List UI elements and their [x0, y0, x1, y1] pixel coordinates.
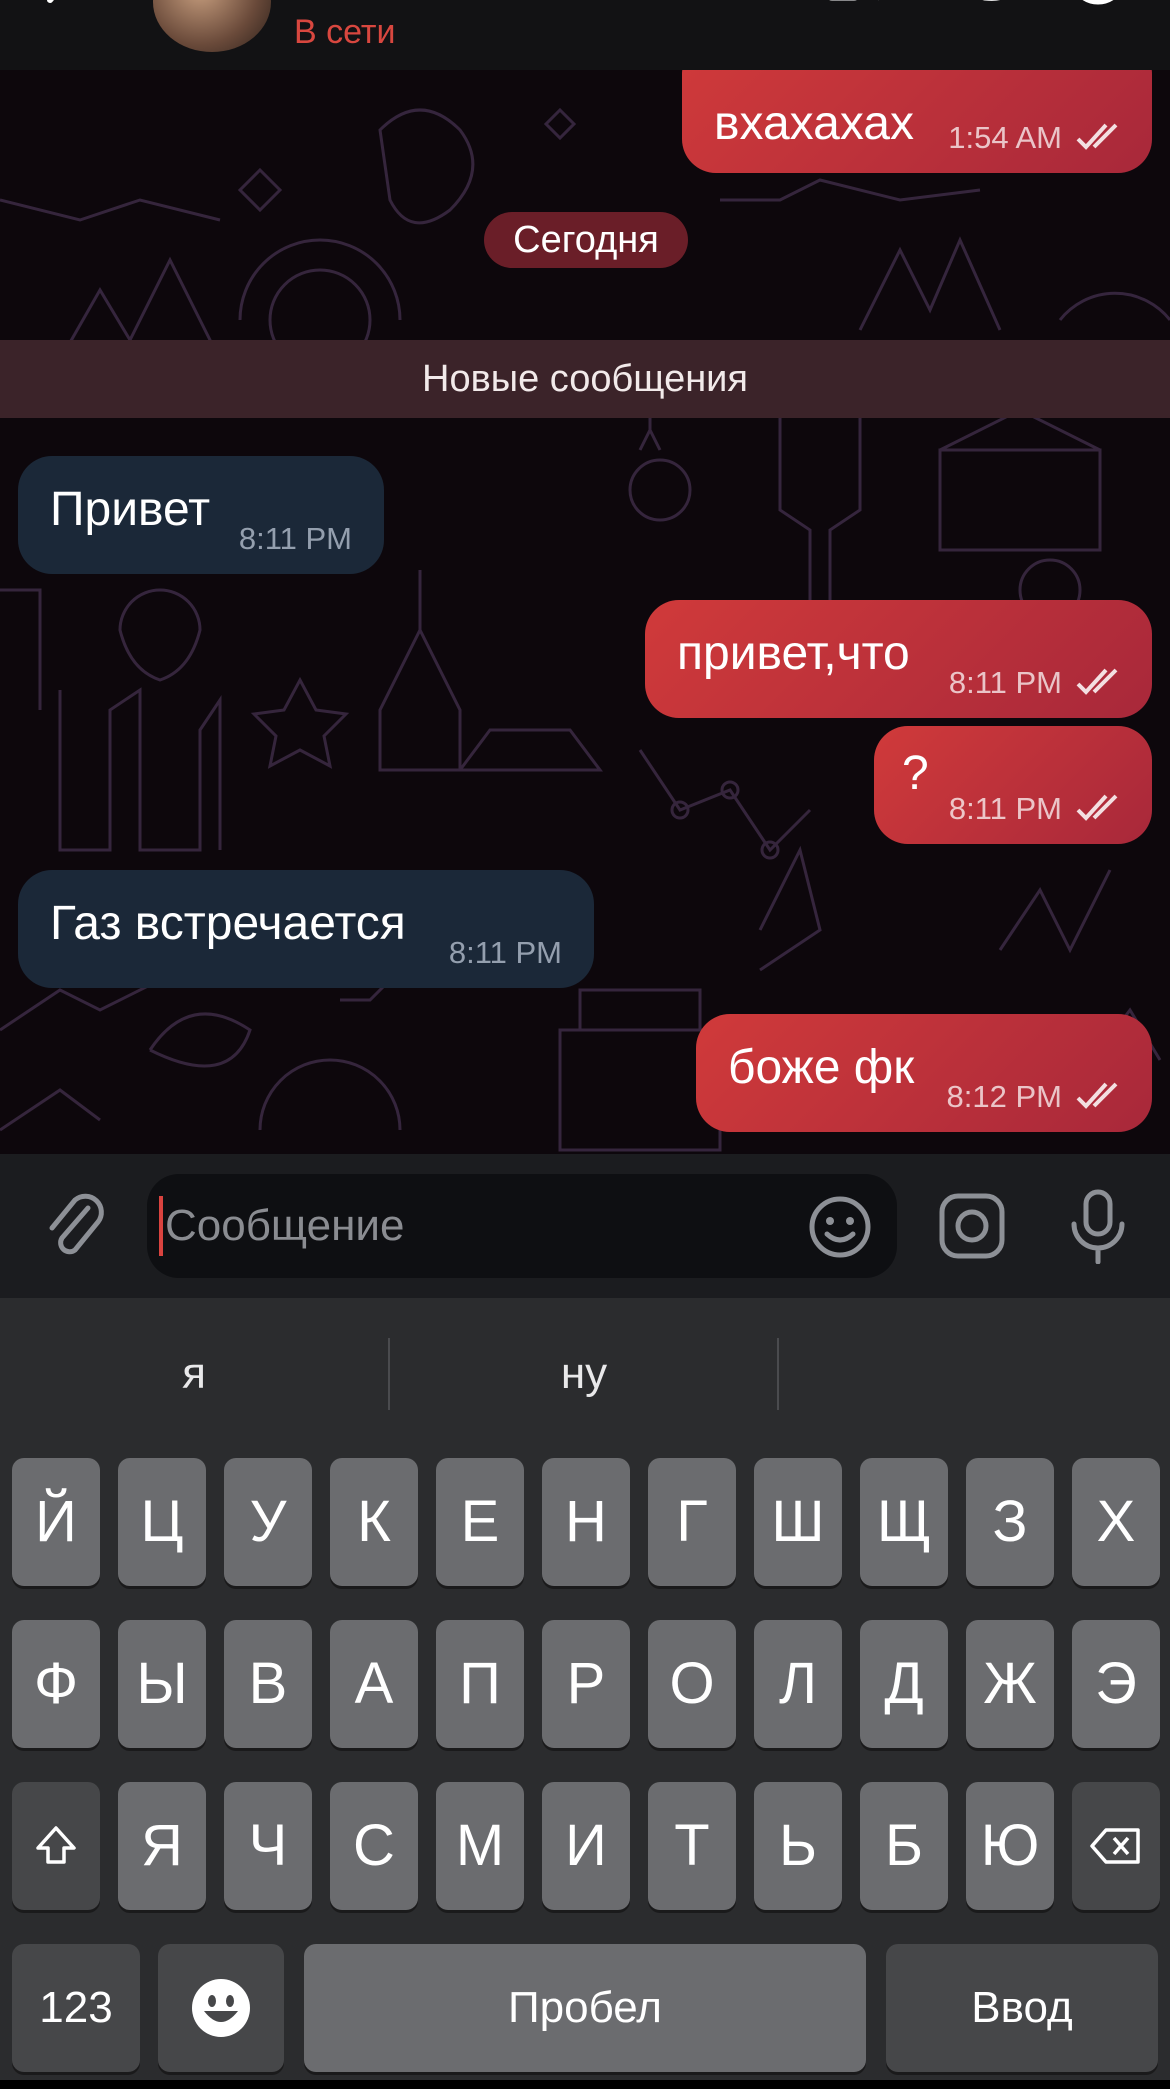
key[interactable]: Ш [754, 1458, 842, 1586]
message-time: 8:11 PM [948, 665, 1062, 700]
suggestion-1[interactable]: я [0, 1338, 388, 1410]
key[interactable]: Ф [12, 1620, 100, 1748]
emoji-key[interactable] [158, 1944, 284, 2072]
attach-icon[interactable] [42, 1190, 108, 1260]
backspace-icon [1090, 1828, 1140, 1864]
message-text: Привет [50, 483, 211, 536]
phone-icon[interactable] [955, 0, 1015, 30]
message-bubble-outgoing[interactable]: привет,что 8:11 PM [645, 600, 1152, 718]
backspace-key[interactable] [1072, 1782, 1160, 1910]
key[interactable]: Ю [966, 1782, 1054, 1910]
message-time: 8:11 PM [448, 935, 562, 970]
key[interactable]: И [542, 1782, 630, 1910]
key[interactable]: Ж [966, 1620, 1054, 1748]
new-messages-divider: Новые сообщения [0, 340, 1170, 418]
text-caret [159, 1196, 163, 1256]
key[interactable]: Е [436, 1458, 524, 1586]
suggestion-2[interactable]: ну [390, 1338, 778, 1410]
read-receipt-icon [1076, 668, 1118, 695]
message-time: 1:54 AM [948, 120, 1062, 155]
back-arrow-icon[interactable] [40, 0, 80, 30]
key[interactable]: Ч [224, 1782, 312, 1910]
message-bubble-incoming[interactable]: Газ встречается 8:11 PM [18, 870, 594, 988]
message-text: боже фк [728, 1041, 915, 1094]
online-status: В сети [294, 13, 396, 51]
key[interactable]: К [330, 1458, 418, 1586]
suggestion-divider [777, 1338, 779, 1410]
key[interactable]: Я [118, 1782, 206, 1910]
message-input-placeholder: Сообщение [165, 1201, 405, 1250]
mic-icon[interactable] [1064, 1188, 1132, 1264]
chat-header: В сети [0, 0, 1170, 70]
message-input[interactable]: Сообщение [147, 1174, 897, 1278]
message-bubble-outgoing[interactable]: вхахахах 1:54 AM [682, 70, 1152, 173]
key[interactable]: Й [12, 1458, 100, 1586]
key[interactable]: Ь [754, 1782, 842, 1910]
key[interactable]: Л [754, 1620, 842, 1748]
key[interactable]: Н [542, 1458, 630, 1586]
key[interactable]: Ц [118, 1458, 206, 1586]
space-key[interactable]: Пробел [304, 1944, 866, 2072]
read-receipt-icon [1076, 123, 1118, 150]
key[interactable]: В [224, 1620, 312, 1748]
date-separator: Сегодня [484, 212, 688, 268]
message-bubble-incoming[interactable]: Привет 8:11 PM [18, 456, 384, 574]
key[interactable]: М [436, 1782, 524, 1910]
message-time: 8:11 PM [238, 521, 352, 556]
key[interactable]: Щ [860, 1458, 948, 1586]
chat-history[interactable]: вхахахах 1:54 AM Сегодня Новые сообщения… [0, 70, 1170, 1154]
key[interactable]: Т [648, 1782, 736, 1910]
message-time: 8:11 PM [948, 791, 1062, 826]
message-text: вхахахах [714, 97, 914, 150]
enter-key[interactable]: Ввод [886, 1944, 1158, 2072]
emoji-keyboard-icon [192, 1979, 250, 2037]
message-text: привет,что [677, 627, 910, 680]
key[interactable]: Х [1072, 1458, 1160, 1586]
key[interactable]: Э [1072, 1620, 1160, 1748]
message-time: 8:12 PM [946, 1079, 1062, 1114]
key[interactable]: А [330, 1620, 418, 1748]
read-receipt-icon [1076, 1082, 1118, 1109]
avatar[interactable] [153, 0, 271, 52]
shift-icon [36, 1826, 76, 1864]
key[interactable]: З [966, 1458, 1054, 1586]
message-bubble-outgoing[interactable]: ? 8:11 PM [874, 726, 1152, 844]
key[interactable]: П [436, 1620, 524, 1748]
key[interactable]: Д [860, 1620, 948, 1748]
message-bubble-outgoing[interactable]: боже фк 8:12 PM [696, 1014, 1152, 1132]
onscreen-keyboard: я ну Й Ц У К Е Н Г Ш Щ З Х Ф Ы В А П Р О… [0, 1298, 1170, 2080]
key[interactable]: У [224, 1458, 312, 1586]
numbers-key[interactable]: 123 [12, 1944, 140, 2072]
shift-key[interactable] [12, 1782, 100, 1910]
more-icon[interactable] [1068, 0, 1128, 30]
message-text: ? [902, 747, 929, 800]
key[interactable]: Г [648, 1458, 736, 1586]
key[interactable]: О [648, 1620, 736, 1748]
video-call-icon[interactable] [820, 0, 880, 30]
key[interactable]: Б [860, 1782, 948, 1910]
key[interactable]: С [330, 1782, 418, 1910]
message-composer: Сообщение [0, 1154, 1170, 1298]
emoji-icon[interactable] [807, 1194, 873, 1260]
message-text: Газ встречается [50, 897, 406, 950]
key[interactable]: Р [542, 1620, 630, 1748]
read-receipt-icon [1076, 794, 1118, 821]
camera-icon[interactable] [938, 1192, 1006, 1260]
key[interactable]: Ы [118, 1620, 206, 1748]
